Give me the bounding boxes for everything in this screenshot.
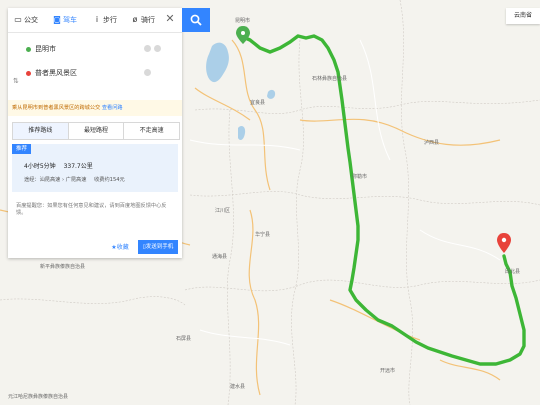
- mode-car-label: 驾车: [63, 16, 77, 24]
- search-icon: [190, 14, 202, 26]
- mode-bus-label: 公交: [24, 16, 38, 24]
- close-icon[interactable]: ✕: [162, 11, 178, 27]
- walk-icon: ⅰ: [95, 15, 99, 24]
- notice-text: 乘从昆明市到普者黑风景区的跨城公交: [12, 105, 101, 111]
- map-label-kaiyuan: 开远市: [380, 367, 395, 374]
- map-label-xinping: 新平彝族傣族自治县: [40, 263, 85, 270]
- route-tabs: 推荐路线 最短路程 不走高速: [12, 122, 180, 140]
- send-to-phone-button[interactable]: ▯发送到手机: [138, 240, 178, 254]
- map-label-shilin: 石林彝族自治县: [312, 75, 347, 82]
- map-label-jiangchuan: 江川区: [215, 207, 230, 214]
- map-label-luxi: 泸西县: [424, 139, 439, 146]
- map-label-tonghai: 通海县: [212, 253, 227, 260]
- map-label-qiubei: 邱北县: [505, 268, 520, 275]
- map-label-yiliang: 宜良县: [250, 99, 265, 106]
- end-value: 普者黑风景区: [35, 69, 77, 77]
- tab-no-highway[interactable]: 不走高速: [124, 123, 179, 139]
- bus-icon: ▭: [14, 15, 22, 24]
- mode-bike[interactable]: ø 骑行: [130, 12, 155, 28]
- end-field[interactable]: 普者黑风景区: [26, 65, 176, 81]
- map-label-shiping: 石屏县: [176, 336, 191, 342]
- route-details: 途经：汕昆高速 › 广昆高速 收费约154元: [24, 176, 125, 183]
- route-inputs: 昆明市 ⇅ 普者黑风景区: [8, 33, 182, 89]
- city-selector[interactable]: 云南省: [506, 8, 540, 24]
- send-to-phone-label: 发送到手机: [145, 244, 174, 250]
- route-duration: 4小时5分钟: [24, 163, 56, 170]
- start-clear-icon[interactable]: [154, 45, 161, 52]
- route-option[interactable]: 推荐 4小时5分钟 337.7公里 途经：汕昆高速 › 广昆高速 收费约154元: [12, 144, 178, 192]
- start-options-icon[interactable]: [144, 45, 151, 52]
- favorite-button[interactable]: ★收藏: [104, 242, 136, 254]
- route-summary: 4小时5分钟 337.7公里: [24, 161, 93, 170]
- end-dot-icon: [26, 70, 31, 76]
- tab-recommended[interactable]: 推荐路线: [13, 123, 69, 139]
- map-label-huaning: 华宁县: [255, 231, 270, 238]
- route-recommended-badge: 推荐: [12, 144, 32, 154]
- start-value: 昆明市: [35, 45, 56, 53]
- mode-bus[interactable]: ▭ 公交: [13, 12, 38, 28]
- favorite-label: 收藏: [116, 244, 129, 251]
- mode-car[interactable]: ◙ 驾车: [52, 12, 77, 28]
- map-label-kunming: 昆明市: [235, 17, 250, 24]
- car-icon: ◙: [53, 15, 61, 24]
- feedback-tip: 百度提醒您：如果您有任何意见和建议，请到百度地图反馈中心反馈。: [16, 203, 167, 216]
- end-clear-icon[interactable]: [144, 69, 151, 76]
- swap-icon[interactable]: ⇅: [13, 77, 19, 85]
- notice-link[interactable]: 查看问路: [102, 105, 123, 111]
- tab-shortest[interactable]: 最短路程: [69, 123, 125, 139]
- route-distance: 337.7公里: [63, 163, 93, 170]
- start-dot-icon: [26, 46, 31, 52]
- map-label-mile: 弥勒市: [352, 173, 367, 180]
- bike-icon: ø: [132, 15, 138, 24]
- route-toll: 收费约154元: [94, 177, 125, 183]
- mode-walk[interactable]: ⅰ 步行: [92, 12, 117, 28]
- mode-walk-label: 步行: [103, 16, 117, 24]
- map-label-yuanjiang: 元江哈尼族彝族傣族自治县: [8, 393, 68, 400]
- route-via: 途经：汕昆高速 › 广昆高速: [24, 177, 87, 183]
- route-panel: ▭ 公交 ◙ 驾车 ⅰ 步行 ø 骑行 ✕ 昆明市 ⇅ 普者黑风景区 乘从昆明市到普者黑…: [8, 8, 182, 258]
- search-button[interactable]: [182, 8, 210, 32]
- transport-mode-bar: ▭ 公交 ◙ 驾车 ⅰ 步行 ø 骑行 ✕: [8, 8, 182, 33]
- intercity-notice: 乘从昆明市到普者黑风景区的跨城公交 查看问路: [8, 100, 182, 116]
- map-label-jianshui: 建水县: [230, 383, 245, 390]
- mode-bike-label: 骑行: [141, 16, 155, 24]
